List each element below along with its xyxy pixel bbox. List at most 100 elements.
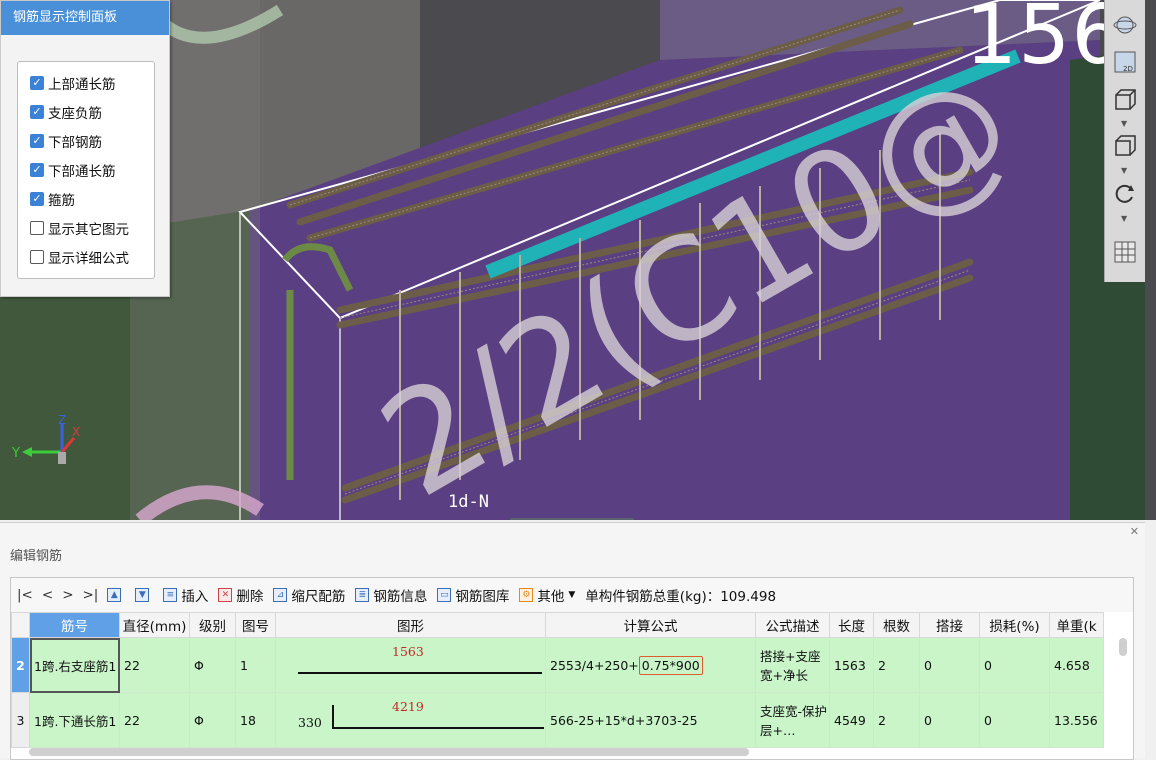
description-cell[interactable]: 支座宽-保护层+…	[755, 692, 830, 748]
move-down-button[interactable]: ▼	[135, 588, 153, 602]
orbit-icon[interactable]	[1111, 10, 1139, 38]
count-cell[interactable]: 2	[873, 692, 920, 748]
weight-cell[interactable]: 13.556	[1049, 692, 1104, 748]
table-header: 筋号 直径(mm) 级别 图号 图形 计算公式 公式描述 长度 根数 搭接 损耗…	[11, 612, 1104, 638]
checkbox[interactable]: ✓	[30, 133, 44, 148]
checkbox[interactable]: ✓	[30, 162, 44, 177]
checkbox[interactable]: ✓	[30, 191, 44, 206]
checkbox-row[interactable]: 显示详细公式	[18, 242, 154, 271]
checkbox-label: 上部通长筋	[48, 76, 116, 93]
3d-viewport[interactable]: 2/2(C10@ 156 1d-N Y Z X	[0, 0, 1156, 520]
col-header[interactable]: 直径(mm)	[119, 612, 190, 638]
figure-no-cell[interactable]: 18	[235, 692, 276, 748]
grade-cell[interactable]: Φ	[189, 637, 236, 693]
row-index[interactable]: 2	[11, 637, 30, 693]
diameter-cell[interactable]: 22	[119, 692, 190, 748]
checkbox-row[interactable]: ✓ 上部通长筋	[18, 68, 154, 97]
length-cell[interactable]: 1563	[829, 637, 874, 693]
description-cell[interactable]: 搭接+支座宽+净长	[755, 637, 830, 693]
checkbox[interactable]	[30, 220, 44, 235]
cube-front-icon[interactable]	[1111, 86, 1139, 114]
col-header[interactable]: 单重(k	[1049, 612, 1104, 638]
dimension-readout: 156	[965, 0, 1125, 83]
document-icon: ≣	[355, 588, 370, 602]
checkbox-row[interactable]: ✓ 支座负筋	[18, 97, 154, 126]
table-row[interactable]: 3 1跨.下通长筋1 22 Φ 18 330 4219 566-25+15*d+…	[11, 692, 1104, 748]
move-up-button[interactable]: ▲	[107, 588, 125, 602]
grid-icon[interactable]	[1111, 238, 1139, 266]
chevron-down-icon[interactable]: ▼	[1121, 167, 1129, 175]
formula-cell[interactable]: 566-25+15*d+3703-25	[545, 692, 756, 748]
rebar-info-button[interactable]: ≣ 钢筋信息	[355, 585, 427, 605]
arrow-up-icon: ▲	[107, 588, 122, 602]
rebar-library-button[interactable]: ▭ 钢筋图库	[437, 585, 509, 605]
last-record-button[interactable]: >|	[83, 587, 99, 603]
count-cell[interactable]: 2	[873, 637, 920, 693]
checkbox-row[interactable]: ✓ 下部通长筋	[18, 155, 154, 184]
row-index[interactable]: 3	[11, 692, 30, 748]
checkbox-list: ✓ 上部通长筋 ✓ 支座负筋 ✓ 下部钢筋 ✓ 下部通长筋 ✓ 箍筋 显示其它图元 显示详细公式	[17, 61, 155, 279]
corner-cell	[11, 612, 30, 638]
checkbox-row[interactable]: ✓ 箍筋	[18, 184, 154, 213]
checkbox-label: 下部通长筋	[48, 163, 116, 180]
checkbox-label: 显示其它图元	[48, 221, 129, 238]
horizontal-scrollbar[interactable]	[29, 748, 749, 756]
length-cell[interactable]: 4549	[829, 692, 874, 748]
col-header[interactable]: 级别	[189, 612, 236, 638]
other-menu-button[interactable]: ⚙ 其他 ▼	[519, 585, 575, 605]
checkbox-label: 支座负筋	[48, 105, 102, 122]
col-header[interactable]: 图形	[275, 612, 546, 638]
other-label: 其他	[537, 589, 565, 605]
table-row[interactable]: 2 1跨.右支座筋1 22 Φ 1 1563 2553/4+250+ 0.75*9…	[11, 637, 1104, 693]
dimension-label: 1d-N	[448, 492, 489, 512]
scale-rebar-button[interactable]: ⊿ 缩尺配筋	[273, 585, 345, 605]
editor-toolbar: |< < > >| ▲ ▼ ≡ 插入 ✕ 删除 ⊿ 缩尺配筋 ≣ 钢筋信息 ▭ 钢筋图库 …	[11, 578, 1133, 612]
chevron-down-icon[interactable]: ▼	[1121, 120, 1129, 128]
col-header[interactable]: 根数	[873, 612, 920, 638]
checkbox[interactable]: ✓	[30, 104, 44, 119]
checkbox[interactable]: ✓	[30, 75, 44, 90]
next-record-button[interactable]: >	[62, 587, 73, 603]
weight-cell[interactable]: 4.658	[1049, 637, 1104, 693]
figure-no-cell[interactable]: 1	[235, 637, 276, 693]
loss-cell[interactable]: 0	[979, 692, 1050, 748]
col-header[interactable]: 损耗(%)	[979, 612, 1050, 638]
shape-bar-line	[332, 727, 544, 729]
lap-cell[interactable]: 0	[919, 692, 980, 748]
checkbox-row[interactable]: 显示其它图元	[18, 213, 154, 242]
rebar-name-cell[interactable]: 1跨.下通长筋1	[29, 692, 120, 748]
col-header[interactable]: 筋号	[29, 612, 120, 638]
shape-cell[interactable]: 330 4219	[275, 692, 546, 748]
formula-cell[interactable]: 2553/4+250+ 0.75*900	[545, 637, 756, 693]
axis-y-label: Y	[11, 446, 20, 461]
2d-view-button[interactable]: 2D	[1111, 48, 1139, 76]
close-icon[interactable]: ✕	[1130, 525, 1139, 538]
checkbox-row[interactable]: ✓ 下部钢筋	[18, 126, 154, 155]
grade-cell[interactable]: Φ	[189, 692, 236, 748]
shape-length-label: 1563	[392, 644, 424, 659]
lap-cell[interactable]: 0	[919, 637, 980, 693]
library-label: 钢筋图库	[455, 589, 510, 605]
col-header[interactable]: 长度	[829, 612, 874, 638]
vertical-scrollbar[interactable]	[1119, 638, 1127, 656]
diameter-cell[interactable]: 22	[119, 637, 190, 693]
rebar-name-cell[interactable]: 1跨.右支座筋1	[29, 637, 120, 693]
checkbox[interactable]	[30, 249, 44, 264]
shape-hook-line	[332, 705, 334, 729]
delete-button[interactable]: ✕ 删除	[218, 585, 263, 605]
col-header[interactable]: 计算公式	[545, 612, 756, 638]
col-header[interactable]: 搭接	[919, 612, 980, 638]
rotate-icon[interactable]	[1111, 180, 1139, 208]
insert-button[interactable]: ≡ 插入	[163, 585, 208, 605]
panel-splitter[interactable]	[510, 518, 634, 520]
col-header[interactable]: 公式描述	[755, 612, 830, 638]
prev-record-button[interactable]: <	[42, 587, 53, 603]
formula-text: 2553/4+250+	[550, 657, 639, 673]
col-header[interactable]: 图号	[235, 612, 276, 638]
chevron-down-icon[interactable]: ▼	[1121, 215, 1129, 223]
insert-label: 插入	[181, 589, 209, 605]
shape-cell[interactable]: 1563	[275, 637, 546, 693]
first-record-button[interactable]: |<	[17, 587, 33, 603]
cube-iso-icon[interactable]	[1111, 132, 1139, 160]
loss-cell[interactable]: 0	[979, 637, 1050, 693]
